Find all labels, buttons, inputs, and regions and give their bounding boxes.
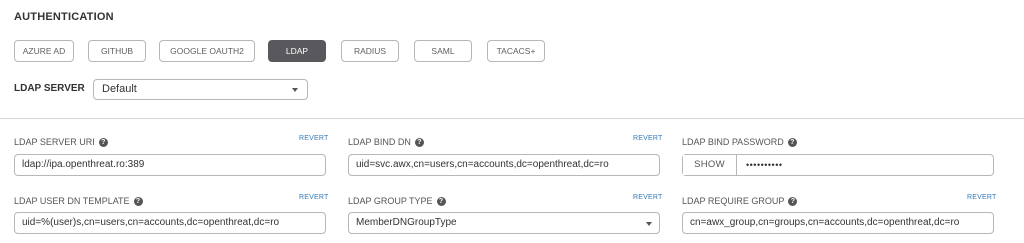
tab-saml[interactable]: SAML [414,40,472,62]
section-title: AUTHENTICATION [14,11,114,23]
tab-github[interactable]: GITHUB [88,40,146,62]
require-group-revert-link[interactable]: REVERT [967,194,996,201]
group-type-label-text: LDAP GROUP TYPE [348,196,433,206]
ldap-server-value: Default [102,83,137,95]
bind-dn-label: LDAP BIND DN ? [348,137,424,147]
question-circle-icon[interactable]: ? [414,137,424,147]
group-type-label: LDAP GROUP TYPE ? [348,196,446,206]
require-group-label-text: LDAP REQUIRE GROUP [682,196,785,206]
ldap-settings-panel: AUTHENTICATION AZURE AD GITHUB GOOGLE OA… [0,0,1024,243]
bind-password-input[interactable]: •••••••••• [746,155,783,175]
bind-dn-label-text: LDAP BIND DN [348,137,411,147]
ldap-server-select[interactable]: Default [93,79,308,100]
tab-google-oauth2[interactable]: GOOGLE OAUTH2 [159,40,255,62]
user-dn-template-revert-link[interactable]: REVERT [299,194,328,201]
user-dn-template-input[interactable]: uid=%(user)s,cn=users,cn=accounts,dc=ope… [14,212,326,234]
group-type-select[interactable]: MemberDNGroupType [348,212,660,234]
server-uri-label: LDAP SERVER URI ? [14,137,108,147]
server-uri-label-text: LDAP SERVER URI [14,137,95,147]
bind-password-field: SHOW •••••••••• [682,154,994,176]
ldap-server-label: LDAP SERVER [14,83,85,94]
question-circle-icon[interactable]: ? [788,196,798,206]
divider [0,118,1024,119]
server-uri-input[interactable]: ldap://ipa.openthreat.ro:389 [14,154,326,176]
require-group-label: LDAP REQUIRE GROUP ? [682,196,798,206]
bind-dn-revert-link[interactable]: REVERT [633,135,662,142]
caret-down-icon [292,88,298,92]
question-circle-icon[interactable]: ? [787,137,797,147]
group-type-value: MemberDNGroupType [356,217,457,228]
require-group-input[interactable]: cn=awx_group,cn=groups,cn=accounts,dc=op… [682,212,994,234]
tab-ldap[interactable]: LDAP [268,40,326,62]
user-dn-template-label-text: LDAP USER DN TEMPLATE [14,196,130,206]
bind-dn-input[interactable]: uid=svc.awx,cn=users,cn=accounts,dc=open… [348,154,660,176]
tab-tacacs[interactable]: TACACS+ [487,40,545,62]
bind-password-label-text: LDAP BIND PASSWORD [682,137,784,147]
bind-password-label: LDAP BIND PASSWORD ? [682,137,797,147]
question-circle-icon[interactable]: ? [98,137,108,147]
server-uri-revert-link[interactable]: REVERT [299,135,328,142]
show-password-button[interactable]: SHOW [683,155,737,175]
question-circle-icon[interactable]: ? [436,196,446,206]
tab-azure-ad[interactable]: AZURE AD [14,40,74,62]
group-type-revert-link[interactable]: REVERT [633,194,662,201]
tab-radius[interactable]: RADIUS [341,40,399,62]
caret-down-icon [646,222,652,226]
user-dn-template-label: LDAP USER DN TEMPLATE ? [14,196,143,206]
question-circle-icon[interactable]: ? [133,196,143,206]
